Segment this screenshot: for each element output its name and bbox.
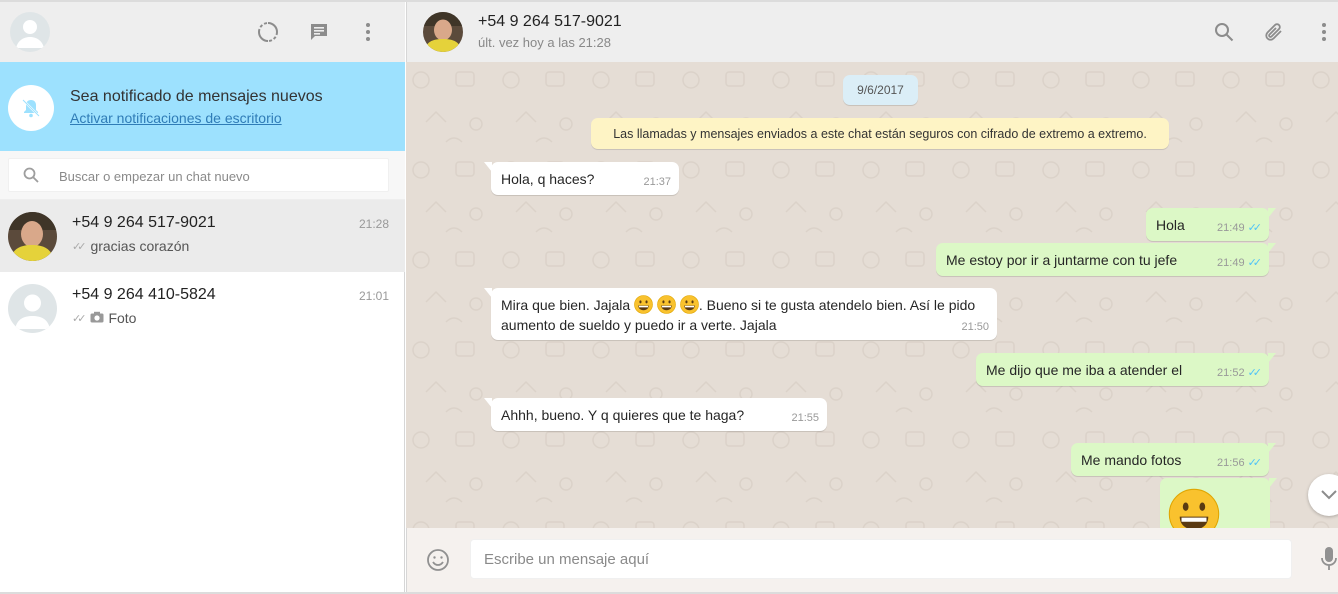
- outgoing-message[interactable]: Me estoy por ir a juntarme con tu jefe 2…: [936, 243, 1276, 276]
- conversation-header[interactable]: +54 9 264 517-9021 últ. vez hoy a las 21…: [406, 2, 1338, 62]
- message-time: 21:55: [791, 412, 819, 424]
- message-meta: 21:37: [643, 172, 671, 192]
- chat-last-text: gracias corazón: [90, 238, 190, 254]
- search-box[interactable]: [8, 158, 389, 193]
- notification-banner[interactable]: Sea notificado de mensajes nuevos Activa…: [0, 62, 405, 151]
- contact-avatar: [8, 212, 57, 261]
- message-time: 21:50: [961, 321, 989, 333]
- encryption-notice[interactable]: Las llamadas y mensajes enviados a este …: [591, 118, 1169, 149]
- message-text-part: . Bueno si te gusta atendelo bien. Así l…: [698, 297, 976, 313]
- grinning-emoji-icon: [680, 295, 699, 314]
- whatsapp-web-window: Sea notificado de mensajes nuevos Activa…: [0, 2, 1338, 592]
- chat-name: +54 9 264 517-9021: [72, 214, 216, 231]
- mic-icon[interactable]: [1320, 546, 1338, 572]
- notification-title: Sea notificado de mensajes nuevos: [70, 88, 323, 105]
- emoji-icon[interactable]: [426, 548, 450, 572]
- menu-icon[interactable]: [1312, 20, 1336, 44]
- message-composer: [406, 528, 1338, 592]
- message-text-part: aumento de sueldo y puedo ir a verte. Ja…: [501, 317, 777, 333]
- outgoing-emoji-message[interactable]: [1160, 478, 1277, 528]
- contact-avatar: [8, 284, 57, 333]
- read-receipt-icon: ✓✓: [1247, 367, 1263, 379]
- chat-time: 21:28: [358, 217, 389, 231]
- bell-off-icon: [8, 85, 54, 131]
- double-check-icon: ✓✓: [72, 312, 87, 325]
- chat-time: 21:01: [358, 289, 389, 303]
- my-avatar[interactable]: [10, 12, 50, 52]
- incoming-message[interactable]: Ahhh, bueno. Y q quieres que te haga? 21…: [484, 398, 827, 431]
- message-text: Ahhh, bueno. Y q quieres que te haga?: [501, 407, 745, 423]
- read-receipt-icon: ✓✓: [1247, 457, 1263, 469]
- grinning-emoji-icon: [657, 295, 676, 314]
- chat-last-message: ✓✓ Foto: [72, 310, 136, 326]
- grinning-emoji-icon: [1168, 488, 1220, 528]
- message-meta: 21:49 ✓✓: [1217, 253, 1263, 273]
- message-meta: 21:50: [961, 317, 989, 337]
- message-list[interactable]: 9/6/2017 Las llamadas y mensajes enviado…: [406, 62, 1338, 528]
- grinning-emoji-icon: [634, 295, 653, 314]
- read-receipt-icon: ✓✓: [1247, 222, 1263, 234]
- contact-last-seen: últ. vez hoy a las 21:28: [478, 35, 611, 50]
- menu-icon[interactable]: [356, 20, 380, 44]
- message-meta: 21:55: [791, 408, 819, 428]
- message-time: 21:49: [1217, 222, 1245, 234]
- status-icon[interactable]: [256, 20, 280, 44]
- sidebar-header: [0, 2, 405, 62]
- incoming-message[interactable]: Hola, q haces? 21:37: [484, 162, 679, 195]
- enable-notifications-link[interactable]: Activar notificaciones de escritorio: [70, 110, 282, 126]
- message-time: 21:56: [1217, 457, 1245, 469]
- search-bar: [0, 151, 405, 200]
- chat-name: +54 9 264 410-5824: [72, 286, 216, 303]
- message-text-part: Mira que bien. Jajala: [501, 297, 631, 313]
- outgoing-message[interactable]: Hola 21:49 ✓✓: [1146, 208, 1276, 241]
- contact-name: +54 9 264 517-9021: [478, 13, 622, 30]
- chat-last-message: ✓✓ gracias corazón: [72, 238, 189, 254]
- new-chat-icon[interactable]: [307, 20, 331, 44]
- date-divider: 9/6/2017: [843, 75, 918, 105]
- message-meta: 21:49 ✓✓: [1217, 218, 1263, 238]
- message-time: 21:49: [1217, 257, 1245, 269]
- contact-avatar[interactable]: [423, 12, 463, 52]
- message-text: Me estoy por ir a juntarme con tu jefe: [946, 252, 1178, 268]
- search-icon: [23, 167, 41, 185]
- chevron-down-icon: [1321, 490, 1337, 500]
- chat-list-item[interactable]: +54 9 264 410-5824 21:01 ✓✓ Foto: [0, 272, 405, 344]
- message-time: 21:52: [1217, 367, 1245, 379]
- incoming-message[interactable]: Mira que bien. Jajala . Bueno si te gust…: [484, 288, 997, 340]
- message-time: 21:37: [643, 176, 671, 188]
- sidebar: Sea notificado de mensajes nuevos Activa…: [0, 2, 405, 592]
- conversation-pane: +54 9 264 517-9021 últ. vez hoy a las 21…: [406, 2, 1338, 592]
- search-icon[interactable]: [1212, 20, 1236, 44]
- read-receipt-icon: ✓✓: [1247, 257, 1263, 269]
- outgoing-message[interactable]: Me dijo que me iba a atender el 21:52 ✓✓: [976, 353, 1276, 386]
- chat-list-item[interactable]: +54 9 264 517-9021 21:28 ✓✓ gracias cora…: [0, 200, 405, 272]
- message-text: Mira que bien. Jajala . Bueno si te gust…: [501, 295, 987, 335]
- camera-icon: [90, 310, 104, 326]
- message-meta: 21:56 ✓✓: [1217, 453, 1263, 473]
- message-meta: 21:52 ✓✓: [1217, 363, 1263, 383]
- search-input[interactable]: [59, 159, 379, 193]
- outgoing-message[interactable]: Me mando fotos 21:56 ✓✓: [1071, 443, 1276, 476]
- message-input[interactable]: [470, 539, 1292, 579]
- double-check-icon: ✓✓: [72, 240, 87, 253]
- paperclip-icon[interactable]: [1262, 20, 1286, 44]
- chat-last-text: Foto: [108, 310, 137, 326]
